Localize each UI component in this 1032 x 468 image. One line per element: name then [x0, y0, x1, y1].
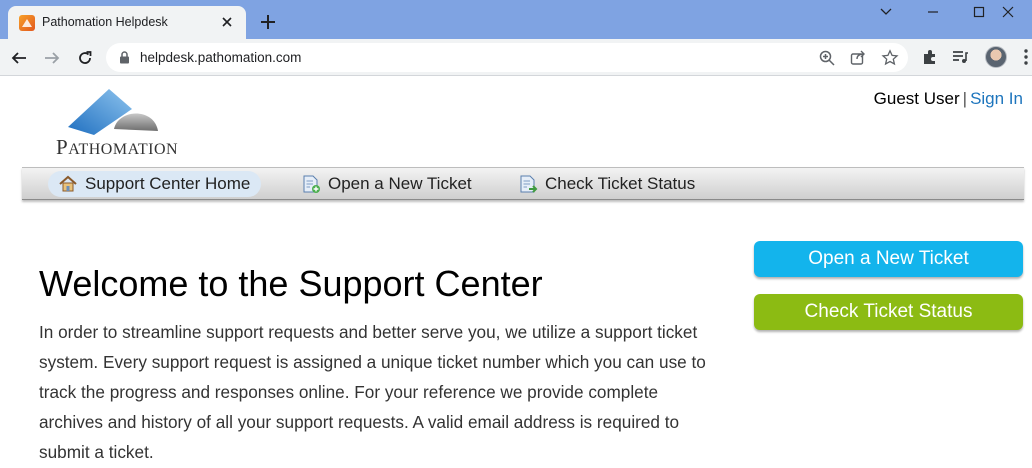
bookmark-star-icon[interactable] [881, 49, 899, 67]
sign-in-link[interactable]: Sign In [970, 89, 1023, 108]
browser-menu-icon[interactable] [1020, 48, 1032, 68]
share-icon[interactable] [849, 49, 867, 67]
open-new-ticket-button[interactable]: Open a New Ticket [754, 241, 1023, 277]
nav-check-ticket-status[interactable]: Check Ticket Status [518, 171, 695, 197]
nav-support-center-home[interactable]: Support Center Home [48, 171, 262, 197]
lock-icon[interactable] [119, 51, 130, 69]
browser-tab[interactable]: Pathomation Helpdesk [8, 6, 246, 39]
logo-wordmark: PATHOMATION [56, 135, 179, 159]
profile-avatar[interactable] [985, 46, 1007, 68]
ticket-status-icon [520, 175, 538, 193]
tab-search-chevron-icon[interactable] [863, 0, 909, 24]
browser-tabstrip: Pathomation Helpdesk [0, 0, 1032, 39]
url-text: helpdesk.pathomation.com [140, 50, 302, 65]
user-bar-separator: | [962, 89, 968, 108]
forward-arrow-icon[interactable] [39, 45, 65, 71]
check-ticket-status-button[interactable]: Check Ticket Status [754, 294, 1023, 330]
nav-item-label: Support Center Home [85, 174, 251, 193]
nav-item-label: Check Ticket Status [545, 174, 696, 193]
nav-item-label: Open a New Ticket [328, 174, 472, 193]
guest-user-label: Guest User [873, 89, 960, 108]
back-arrow-icon[interactable] [6, 45, 32, 71]
pathomation-logo[interactable]: PATHOMATION [54, 87, 184, 159]
minimize-window-icon[interactable] [910, 0, 956, 24]
home-icon [59, 175, 77, 192]
nav-open-new-ticket[interactable]: Open a New Ticket [301, 171, 472, 197]
tab-title: Pathomation Helpdesk [42, 15, 168, 29]
new-ticket-icon [303, 175, 320, 193]
page-content: PATHOMATION Guest User | Sign In Support C… [0, 77, 1032, 468]
close-tab-icon[interactable] [218, 13, 236, 31]
close-window-icon[interactable] [1002, 0, 1032, 24]
browser-toolbar: helpdesk.pathomation.com [0, 39, 1032, 76]
user-bar: Guest User | Sign In [874, 89, 1023, 109]
zoom-icon[interactable] [818, 49, 836, 67]
page-title: Welcome to the Support Center [39, 263, 543, 304]
reload-icon[interactable] [72, 45, 98, 71]
intro-paragraph: In order to streamline support requests … [39, 322, 706, 462]
main-nav: Support Center Home Open a New Ticket Ch… [22, 167, 1024, 200]
logo-graphic-icon [68, 89, 158, 135]
extensions-puzzle-icon[interactable] [921, 48, 941, 68]
maximize-window-icon[interactable] [956, 0, 1002, 24]
pathomation-favicon-icon [19, 15, 35, 31]
media-playlist-icon[interactable] [951, 48, 971, 68]
address-bar[interactable]: helpdesk.pathomation.com [106, 43, 908, 72]
new-tab-button[interactable] [256, 10, 280, 34]
